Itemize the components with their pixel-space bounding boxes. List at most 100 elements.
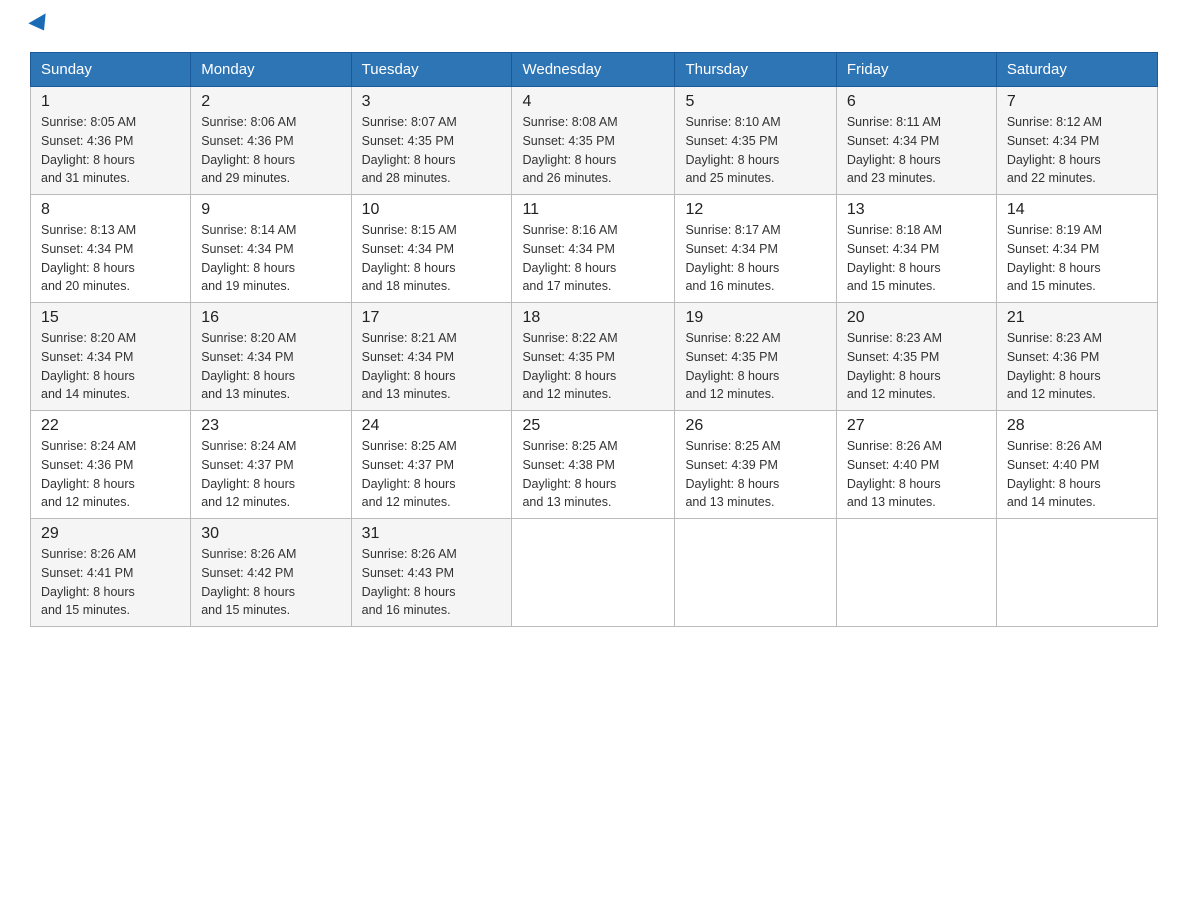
day-info: Sunrise: 8:26 AMSunset: 4:43 PMDaylight:… (362, 545, 502, 620)
calendar-day-cell: 18 Sunrise: 8:22 AMSunset: 4:35 PMDayligh… (512, 303, 675, 411)
calendar-day-cell: 1 Sunrise: 8:05 AMSunset: 4:36 PMDaylight… (31, 87, 191, 195)
day-number: 19 (685, 309, 825, 327)
day-info: Sunrise: 8:24 AMSunset: 4:36 PMDaylight:… (41, 437, 180, 512)
day-number: 14 (1007, 201, 1147, 219)
day-number: 28 (1007, 417, 1147, 435)
calendar-day-cell: 3 Sunrise: 8:07 AMSunset: 4:35 PMDaylight… (351, 87, 512, 195)
day-number: 6 (847, 93, 986, 111)
weekday-header: Wednesday (512, 53, 675, 87)
day-number: 10 (362, 201, 502, 219)
day-info: Sunrise: 8:20 AMSunset: 4:34 PMDaylight:… (41, 329, 180, 404)
calendar-day-cell: 31 Sunrise: 8:26 AMSunset: 4:43 PMDayligh… (351, 519, 512, 627)
day-info: Sunrise: 8:13 AMSunset: 4:34 PMDaylight:… (41, 221, 180, 296)
day-info: Sunrise: 8:25 AMSunset: 4:37 PMDaylight:… (362, 437, 502, 512)
calendar-day-cell (512, 519, 675, 627)
calendar-day-cell (836, 519, 996, 627)
calendar-day-cell: 6 Sunrise: 8:11 AMSunset: 4:34 PMDaylight… (836, 87, 996, 195)
calendar-day-cell: 12 Sunrise: 8:17 AMSunset: 4:34 PMDayligh… (675, 195, 836, 303)
day-info: Sunrise: 8:12 AMSunset: 4:34 PMDaylight:… (1007, 113, 1147, 188)
day-info: Sunrise: 8:08 AMSunset: 4:35 PMDaylight:… (522, 113, 664, 188)
calendar-day-cell: 14 Sunrise: 8:19 AMSunset: 4:34 PMDayligh… (996, 195, 1157, 303)
day-info: Sunrise: 8:06 AMSunset: 4:36 PMDaylight:… (201, 113, 340, 188)
calendar-day-cell: 5 Sunrise: 8:10 AMSunset: 4:35 PMDaylight… (675, 87, 836, 195)
day-number: 22 (41, 417, 180, 435)
weekday-header: Thursday (675, 53, 836, 87)
day-info: Sunrise: 8:26 AMSunset: 4:41 PMDaylight:… (41, 545, 180, 620)
day-info: Sunrise: 8:25 AMSunset: 4:39 PMDaylight:… (685, 437, 825, 512)
day-number: 16 (201, 309, 340, 327)
day-number: 21 (1007, 309, 1147, 327)
day-number: 23 (201, 417, 340, 435)
day-number: 13 (847, 201, 986, 219)
day-info: Sunrise: 8:21 AMSunset: 4:34 PMDaylight:… (362, 329, 502, 404)
calendar-day-cell: 19 Sunrise: 8:22 AMSunset: 4:35 PMDayligh… (675, 303, 836, 411)
calendar-day-cell: 20Sunrise: 8:23 AMSunset: 4:35 PMDayligh… (836, 303, 996, 411)
day-info: Sunrise: 8:24 AMSunset: 4:37 PMDaylight:… (201, 437, 340, 512)
calendar-day-cell: 23 Sunrise: 8:24 AMSunset: 4:37 PMDayligh… (191, 411, 351, 519)
calendar-week-row: 22 Sunrise: 8:24 AMSunset: 4:36 PMDayligh… (31, 411, 1158, 519)
calendar-day-cell: 29Sunrise: 8:26 AMSunset: 4:41 PMDayligh… (31, 519, 191, 627)
day-info: Sunrise: 8:17 AMSunset: 4:34 PMDaylight:… (685, 221, 825, 296)
day-number: 12 (685, 201, 825, 219)
calendar-day-cell: 7 Sunrise: 8:12 AMSunset: 4:34 PMDaylight… (996, 87, 1157, 195)
weekday-header: Monday (191, 53, 351, 87)
calendar-day-cell: 8 Sunrise: 8:13 AMSunset: 4:34 PMDaylight… (31, 195, 191, 303)
calendar-day-cell: 9Sunrise: 8:14 AMSunset: 4:34 PMDaylight… (191, 195, 351, 303)
logo-triangle-icon (28, 13, 52, 35)
day-number: 30 (201, 525, 340, 543)
day-info: Sunrise: 8:22 AMSunset: 4:35 PMDaylight:… (522, 329, 664, 404)
day-info: Sunrise: 8:26 AMSunset: 4:40 PMDaylight:… (847, 437, 986, 512)
logo (30, 20, 52, 34)
calendar-day-cell: 28 Sunrise: 8:26 AMSunset: 4:40 PMDayligh… (996, 411, 1157, 519)
calendar-day-cell: 24 Sunrise: 8:25 AMSunset: 4:37 PMDayligh… (351, 411, 512, 519)
day-number: 8 (41, 201, 180, 219)
day-info: Sunrise: 8:14 AMSunset: 4:34 PMDaylight:… (201, 221, 340, 296)
weekday-header: Saturday (996, 53, 1157, 87)
calendar-week-row: 1 Sunrise: 8:05 AMSunset: 4:36 PMDaylight… (31, 87, 1158, 195)
calendar-day-cell: 13Sunrise: 8:18 AMSunset: 4:34 PMDayligh… (836, 195, 996, 303)
weekday-header: Sunday (31, 53, 191, 87)
day-number: 18 (522, 309, 664, 327)
calendar-day-cell: 25Sunrise: 8:25 AMSunset: 4:38 PMDayligh… (512, 411, 675, 519)
day-info: Sunrise: 8:23 AMSunset: 4:36 PMDaylight:… (1007, 329, 1147, 404)
day-number: 27 (847, 417, 986, 435)
calendar-table: SundayMondayTuesdayWednesdayThursdayFrid… (30, 52, 1158, 627)
calendar-day-cell: 2 Sunrise: 8:06 AMSunset: 4:36 PMDaylight… (191, 87, 351, 195)
day-number: 4 (522, 93, 664, 111)
day-info: Sunrise: 8:07 AMSunset: 4:35 PMDaylight:… (362, 113, 502, 188)
calendar-day-cell: 26Sunrise: 8:25 AMSunset: 4:39 PMDayligh… (675, 411, 836, 519)
day-info: Sunrise: 8:22 AMSunset: 4:35 PMDaylight:… (685, 329, 825, 404)
weekday-header-row: SundayMondayTuesdayWednesdayThursdayFrid… (31, 53, 1158, 87)
day-number: 1 (41, 93, 180, 111)
calendar-week-row: 29Sunrise: 8:26 AMSunset: 4:41 PMDayligh… (31, 519, 1158, 627)
calendar-day-cell: 17 Sunrise: 8:21 AMSunset: 4:34 PMDayligh… (351, 303, 512, 411)
day-number: 24 (362, 417, 502, 435)
day-info: Sunrise: 8:10 AMSunset: 4:35 PMDaylight:… (685, 113, 825, 188)
calendar-day-cell: 15 Sunrise: 8:20 AMSunset: 4:34 PMDayligh… (31, 303, 191, 411)
day-info: Sunrise: 8:23 AMSunset: 4:35 PMDaylight:… (847, 329, 986, 404)
day-info: Sunrise: 8:11 AMSunset: 4:34 PMDaylight:… (847, 113, 986, 188)
calendar-day-cell: 27 Sunrise: 8:26 AMSunset: 4:40 PMDayligh… (836, 411, 996, 519)
day-info: Sunrise: 8:15 AMSunset: 4:34 PMDaylight:… (362, 221, 502, 296)
day-number: 17 (362, 309, 502, 327)
day-info: Sunrise: 8:19 AMSunset: 4:34 PMDaylight:… (1007, 221, 1147, 296)
page-header (30, 20, 1158, 34)
day-info: Sunrise: 8:16 AMSunset: 4:34 PMDaylight:… (522, 221, 664, 296)
calendar-day-cell: 10 Sunrise: 8:15 AMSunset: 4:34 PMDayligh… (351, 195, 512, 303)
day-number: 7 (1007, 93, 1147, 111)
weekday-header: Friday (836, 53, 996, 87)
day-number: 31 (362, 525, 502, 543)
day-number: 25 (522, 417, 664, 435)
day-info: Sunrise: 8:26 AMSunset: 4:40 PMDaylight:… (1007, 437, 1147, 512)
day-info: Sunrise: 8:05 AMSunset: 4:36 PMDaylight:… (41, 113, 180, 188)
day-info: Sunrise: 8:26 AMSunset: 4:42 PMDaylight:… (201, 545, 340, 620)
day-number: 15 (41, 309, 180, 327)
day-number: 3 (362, 93, 502, 111)
calendar-day-cell (675, 519, 836, 627)
calendar-day-cell: 21 Sunrise: 8:23 AMSunset: 4:36 PMDayligh… (996, 303, 1157, 411)
day-number: 2 (201, 93, 340, 111)
day-number: 5 (685, 93, 825, 111)
calendar-week-row: 15 Sunrise: 8:20 AMSunset: 4:34 PMDayligh… (31, 303, 1158, 411)
calendar-day-cell: 30 Sunrise: 8:26 AMSunset: 4:42 PMDayligh… (191, 519, 351, 627)
calendar-day-cell (996, 519, 1157, 627)
